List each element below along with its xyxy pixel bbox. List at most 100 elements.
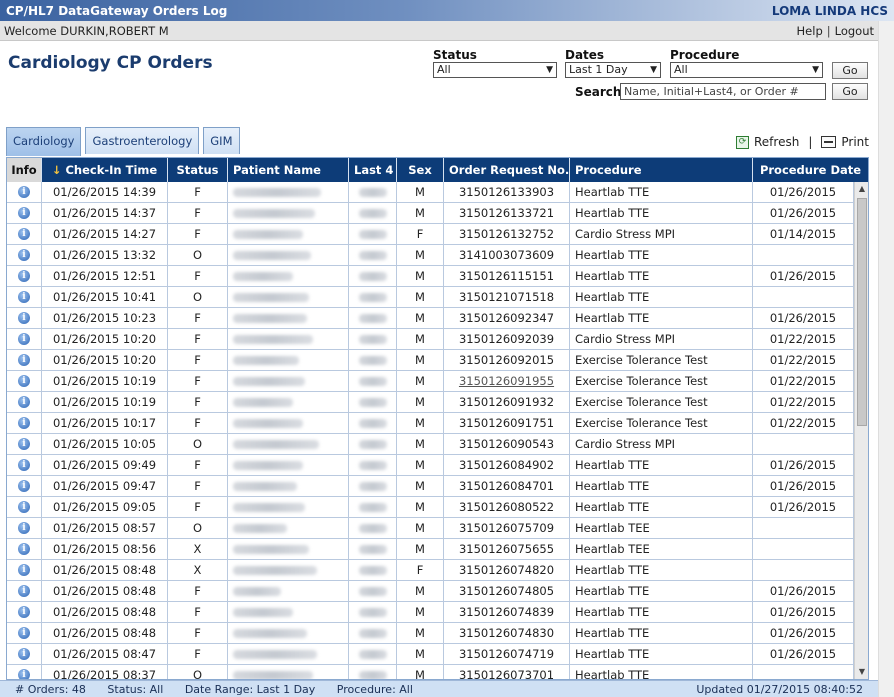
- table-row[interactable]: i 01/26/2015 08:47 F M 3150126074719 Heartlab…: [7, 644, 854, 665]
- grid-scrollbar[interactable]: ▲ ▼: [854, 182, 868, 679]
- info-icon[interactable]: i: [18, 459, 30, 471]
- search-input[interactable]: Name, Initial+Last4, or Order #: [620, 83, 826, 100]
- table-row[interactable]: i 01/26/2015 10:19 F M 3150126091932 Exercise…: [7, 392, 854, 413]
- table-row[interactable]: i 01/26/2015 10:17 F M 3150126091751 Exercise…: [7, 413, 854, 434]
- tab-cardiology[interactable]: Cardiology: [6, 127, 82, 156]
- column-header-last4[interactable]: Last 4: [349, 158, 397, 182]
- info-icon[interactable]: i: [18, 543, 30, 555]
- order-number-cell: 3150126080522: [444, 497, 570, 517]
- patient-name-cell: [228, 203, 349, 223]
- checkin-time-cell: 01/26/2015 09:05: [42, 497, 168, 517]
- table-row[interactable]: i 01/26/2015 08:57 O M 3150126075709 Heartlab…: [7, 518, 854, 539]
- sex-cell: M: [397, 350, 444, 370]
- print-button[interactable]: Print: [821, 135, 869, 149]
- table-row[interactable]: i 01/26/2015 08:48 X F 3150126074820 Heartlab…: [7, 560, 854, 581]
- table-row[interactable]: i 01/26/2015 12:51 F M 3150126115151 Heartlab…: [7, 266, 854, 287]
- grid-body: i 01/26/2015 14:39 F M 3150126133903 Heartlab…: [7, 182, 854, 679]
- info-icon[interactable]: i: [18, 417, 30, 429]
- table-row[interactable]: i 01/26/2015 08:56 X M 3150126075655 Heartlab…: [7, 539, 854, 560]
- procedure-date-cell: 01/26/2015: [753, 203, 854, 223]
- info-icon[interactable]: i: [18, 522, 30, 534]
- info-icon[interactable]: i: [18, 249, 30, 261]
- column-header-status[interactable]: Status: [168, 158, 228, 182]
- info-icon[interactable]: i: [18, 207, 30, 219]
- table-row[interactable]: i 01/26/2015 10:41 O M 3150121071518 Heartlab…: [7, 287, 854, 308]
- column-header-patient-name[interactable]: Patient Name: [228, 158, 349, 182]
- info-icon[interactable]: i: [18, 354, 30, 366]
- help-link[interactable]: Help: [797, 24, 823, 38]
- table-row[interactable]: i 01/26/2015 09:05 F M 3150126080522 Heartlab…: [7, 497, 854, 518]
- info-icon[interactable]: i: [18, 585, 30, 597]
- table-row[interactable]: i 01/26/2015 10:20 F M 3150126092039 Cardio S…: [7, 329, 854, 350]
- info-icon[interactable]: i: [18, 501, 30, 513]
- tab-gastroenterology[interactable]: Gastroenterology: [85, 127, 200, 154]
- table-row[interactable]: i 01/26/2015 08:48 F M 3150126074805 Heartlab…: [7, 581, 854, 602]
- order-number-cell[interactable]: 3150126091955: [444, 371, 570, 391]
- procedure-date-cell: 01/26/2015: [753, 602, 854, 622]
- scroll-up-icon[interactable]: ▲: [855, 182, 868, 196]
- go-filter-button[interactable]: Go: [832, 62, 868, 79]
- go-search-button[interactable]: Go: [832, 83, 868, 100]
- info-icon[interactable]: i: [18, 270, 30, 282]
- column-header-order-no[interactable]: Order Request No.: [444, 158, 570, 182]
- procedure-cell: Cardio Stress MPI: [570, 224, 753, 244]
- scroll-down-icon[interactable]: ▼: [855, 665, 868, 679]
- welcome-bar: Welcome DURKIN,ROBERT M Help | Logout: [0, 21, 878, 41]
- table-row[interactable]: i 01/26/2015 14:27 F F 3150126132752 Cardio S…: [7, 224, 854, 245]
- window-scrollbar[interactable]: [878, 21, 894, 697]
- sex-cell: M: [397, 203, 444, 223]
- info-icon[interactable]: i: [18, 669, 30, 679]
- table-row[interactable]: i 01/26/2015 10:23 F M 3150126092347 Heartlab…: [7, 308, 854, 329]
- column-header-info[interactable]: Info: [7, 158, 42, 182]
- redacted-name: [233, 251, 311, 260]
- info-icon[interactable]: i: [18, 291, 30, 303]
- column-header-sex[interactable]: Sex: [397, 158, 444, 182]
- table-row[interactable]: i 01/26/2015 08:37 O M 3150126073701 Heartlab…: [7, 665, 854, 679]
- column-header-checkin-time[interactable]: ↓ Check-In Time: [42, 158, 168, 182]
- table-row[interactable]: i 01/26/2015 08:48 F M 3150126074839 Heartlab…: [7, 602, 854, 623]
- info-icon[interactable]: i: [18, 312, 30, 324]
- status-select[interactable]: All ▼: [433, 62, 557, 78]
- sex-cell: M: [397, 371, 444, 391]
- info-icon[interactable]: i: [18, 228, 30, 240]
- scroll-thumb[interactable]: [857, 198, 867, 426]
- order-number[interactable]: 3150126091955: [459, 374, 554, 388]
- procedure-select[interactable]: All ▼: [670, 62, 823, 78]
- table-row[interactable]: i 01/26/2015 09:49 F M 3150126084902 Heartlab…: [7, 455, 854, 476]
- tab-gim[interactable]: GIM: [203, 127, 240, 154]
- info-icon[interactable]: i: [18, 606, 30, 618]
- info-cell: i: [7, 413, 42, 433]
- logout-link[interactable]: Logout: [835, 24, 874, 38]
- info-icon[interactable]: i: [18, 480, 30, 492]
- checkin-time-cell: 01/26/2015 08:48: [42, 602, 168, 622]
- table-row[interactable]: i 01/26/2015 08:48 F M 3150126074830 Heartlab…: [7, 623, 854, 644]
- table-row[interactable]: i 01/26/2015 14:39 F M 3150126133903 Heartlab…: [7, 182, 854, 203]
- refresh-button[interactable]: ⟳ Refresh: [736, 135, 799, 149]
- status-cell: F: [168, 350, 228, 370]
- last4-cell: [349, 644, 397, 664]
- info-icon[interactable]: i: [18, 186, 30, 198]
- dates-select[interactable]: Last 1 Day ▼: [565, 62, 661, 78]
- redacted-name: [233, 335, 313, 344]
- table-row[interactable]: i 01/26/2015 10:05 O M 3150126090543 Cardio S…: [7, 434, 854, 455]
- table-row[interactable]: i 01/26/2015 13:32 O M 3141003073609 Heartlab…: [7, 245, 854, 266]
- info-cell: i: [7, 182, 42, 202]
- info-icon[interactable]: i: [18, 396, 30, 408]
- status-cell: F: [168, 308, 228, 328]
- table-row[interactable]: i 01/26/2015 10:20 F M 3150126092015 Exercise…: [7, 350, 854, 371]
- info-cell: i: [7, 497, 42, 517]
- table-row[interactable]: i 01/26/2015 10:19 F M 3150126091955 Exercise…: [7, 371, 854, 392]
- info-icon[interactable]: i: [18, 333, 30, 345]
- info-icon[interactable]: i: [18, 564, 30, 576]
- table-row[interactable]: i 01/26/2015 14:37 F M 3150126133721 Heartlab…: [7, 203, 854, 224]
- info-icon[interactable]: i: [18, 648, 30, 660]
- info-icon[interactable]: i: [18, 375, 30, 387]
- order-number-cell: 3150126084701: [444, 476, 570, 496]
- column-header-procedure-date[interactable]: Procedure Date: [753, 158, 868, 182]
- table-row[interactable]: i 01/26/2015 09:47 F M 3150126084701 Heartlab…: [7, 476, 854, 497]
- column-header-procedure[interactable]: Procedure: [570, 158, 753, 182]
- redacted-last4: [358, 650, 387, 659]
- order-number: 3150126133721: [458, 206, 555, 220]
- info-icon[interactable]: i: [18, 438, 30, 450]
- info-icon[interactable]: i: [18, 627, 30, 639]
